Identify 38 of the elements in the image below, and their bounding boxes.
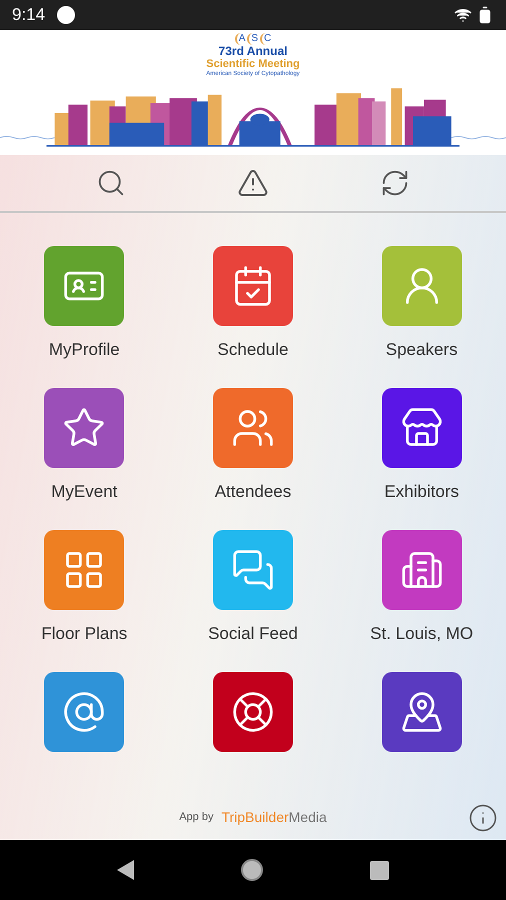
tile-label: Floor Plans xyxy=(41,623,128,645)
info-button[interactable] xyxy=(468,802,498,832)
app-by-label: App by xyxy=(179,810,214,826)
menu-tile[interactable] xyxy=(44,246,124,326)
home-button[interactable] xyxy=(240,859,263,881)
tile-label: St. Louis, MO xyxy=(370,623,474,645)
tile-label: Attendees xyxy=(214,481,292,503)
menu-tile[interactable] xyxy=(44,530,124,610)
lifebuoy-icon xyxy=(230,690,275,734)
logo-letter: A xyxy=(234,33,246,45)
menu-tile[interactable] xyxy=(212,246,293,326)
menu-tile[interactable] xyxy=(382,530,462,610)
chat-bubbles-icon xyxy=(230,548,275,592)
tile-label: Exhibitors xyxy=(384,481,459,503)
tile-label: Social Feed xyxy=(208,623,298,645)
menu-tile[interactable] xyxy=(382,388,462,468)
tile-label: MyEvent xyxy=(51,481,118,503)
logo-letter: C xyxy=(260,33,272,45)
tile-label: Speakers xyxy=(386,339,458,361)
tile-label: MyProfile xyxy=(48,339,120,361)
at-sign-icon xyxy=(62,690,106,734)
menu-tile[interactable] xyxy=(212,672,293,752)
brand-logo: TripBuilderMedia xyxy=(221,808,327,827)
menu-tile[interactable] xyxy=(44,388,124,468)
menu-tile[interactable] xyxy=(382,246,462,326)
menu-tile[interactable] xyxy=(382,672,462,752)
tile-label: Schedule xyxy=(218,339,288,361)
menu-tile[interactable] xyxy=(212,530,293,610)
banner-title: 73rd Annual xyxy=(218,45,288,58)
back-button[interactable] xyxy=(117,860,134,880)
logo-letter: S xyxy=(247,33,258,45)
menu-tile[interactable] xyxy=(212,388,293,468)
banner-subtitle: Scientific Meeting xyxy=(206,58,300,70)
map-pin-icon xyxy=(400,690,444,734)
recents-button[interactable] xyxy=(370,860,389,880)
clock: 9:14 xyxy=(12,4,46,26)
wifi-icon xyxy=(454,6,472,24)
menu-tile[interactable] xyxy=(44,672,124,752)
